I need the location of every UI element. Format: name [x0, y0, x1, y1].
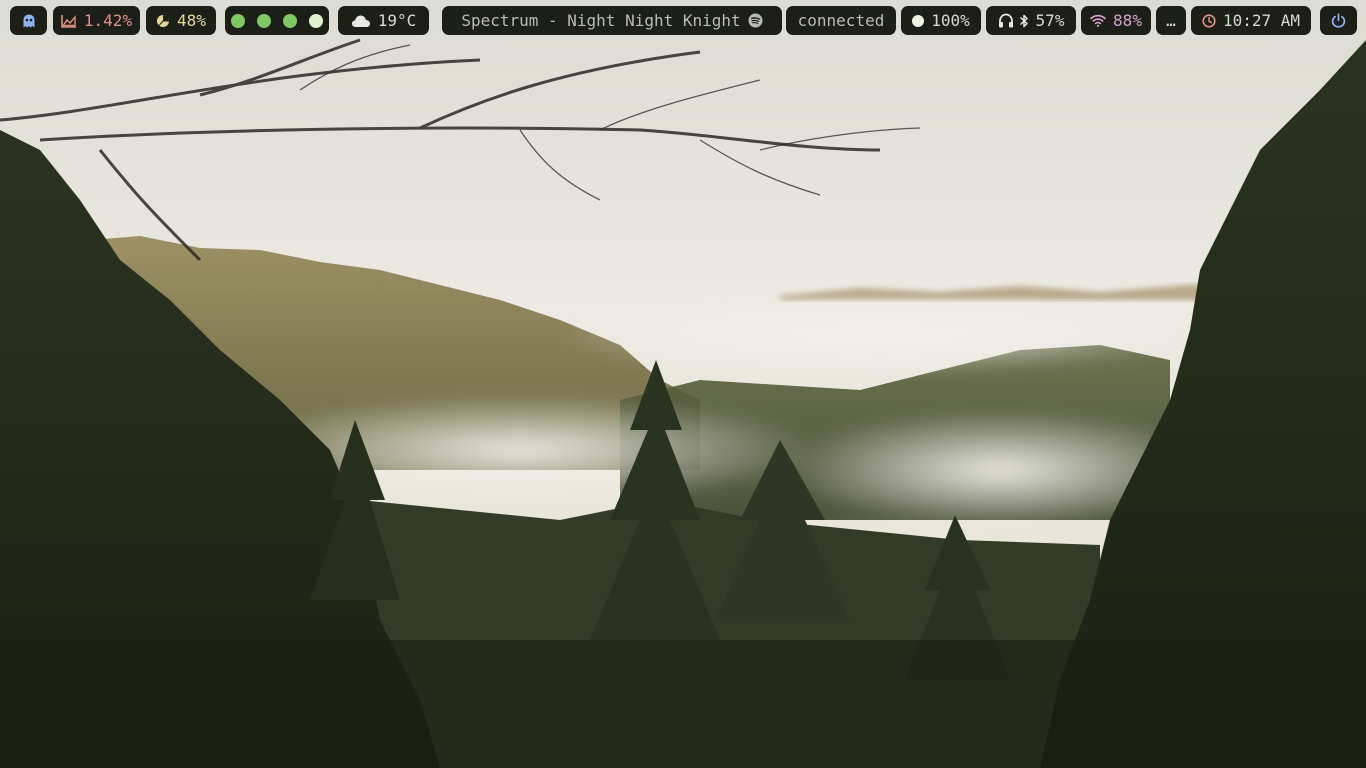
workspace-dot-1[interactable]	[231, 13, 245, 28]
spotify-icon	[748, 13, 763, 28]
brightness-dot-icon	[912, 14, 925, 27]
headphones-icon	[998, 13, 1013, 28]
clock-value: 10:27 AM	[1222, 11, 1301, 30]
bluetooth-widget[interactable]: 57%	[986, 6, 1076, 35]
power-button[interactable]	[1320, 6, 1357, 35]
brightness-widget[interactable]: 100%	[901, 6, 981, 35]
weather-widget[interactable]: 19°C	[338, 6, 429, 35]
bluetooth-icon	[1019, 14, 1028, 27]
memory-widget[interactable]: 48%	[146, 6, 216, 35]
cpu-widget[interactable]: 1.42%	[53, 6, 140, 35]
wifi-value: 88%	[1113, 11, 1142, 30]
media-title: Spectrum - Night Night Knight	[461, 11, 741, 30]
workspace-dot-4[interactable]	[309, 13, 323, 28]
cloud-icon	[351, 15, 370, 27]
desktop-wallpaper	[0, 0, 1366, 768]
media-player-widget[interactable]: Spectrum - Night Night Knight	[442, 6, 782, 35]
tray-expand-button[interactable]: …	[1156, 6, 1186, 35]
wifi-widget[interactable]: 88%	[1081, 6, 1151, 35]
vpn-status-widget[interactable]: connected	[786, 6, 896, 35]
workspace-dot-3[interactable]	[283, 13, 297, 28]
cpu-value: 1.42%	[83, 11, 133, 30]
brightness-value: 100%	[931, 11, 970, 30]
memory-value: 48%	[177, 11, 206, 30]
workspace-dot-2[interactable]	[257, 13, 271, 28]
wifi-icon	[1090, 14, 1106, 27]
tray-label: …	[1166, 11, 1176, 30]
weather-value: 19°C	[377, 11, 417, 30]
clock-icon	[1202, 13, 1216, 28]
ghost-icon	[23, 14, 34, 27]
workspace-switcher	[225, 6, 329, 35]
clock-widget[interactable]: 10:27 AM	[1191, 6, 1311, 35]
power-icon	[1331, 13, 1346, 28]
launcher-button[interactable]	[10, 6, 47, 35]
status-bar: 1.42% 48% 19°C Spectrum - Night Night Kn…	[0, 0, 1366, 42]
vpn-status-text: connected	[797, 11, 885, 30]
chart-area-icon	[61, 14, 76, 28]
pie-chart-icon	[157, 14, 170, 27]
bluetooth-battery-value: 57%	[1035, 11, 1065, 30]
